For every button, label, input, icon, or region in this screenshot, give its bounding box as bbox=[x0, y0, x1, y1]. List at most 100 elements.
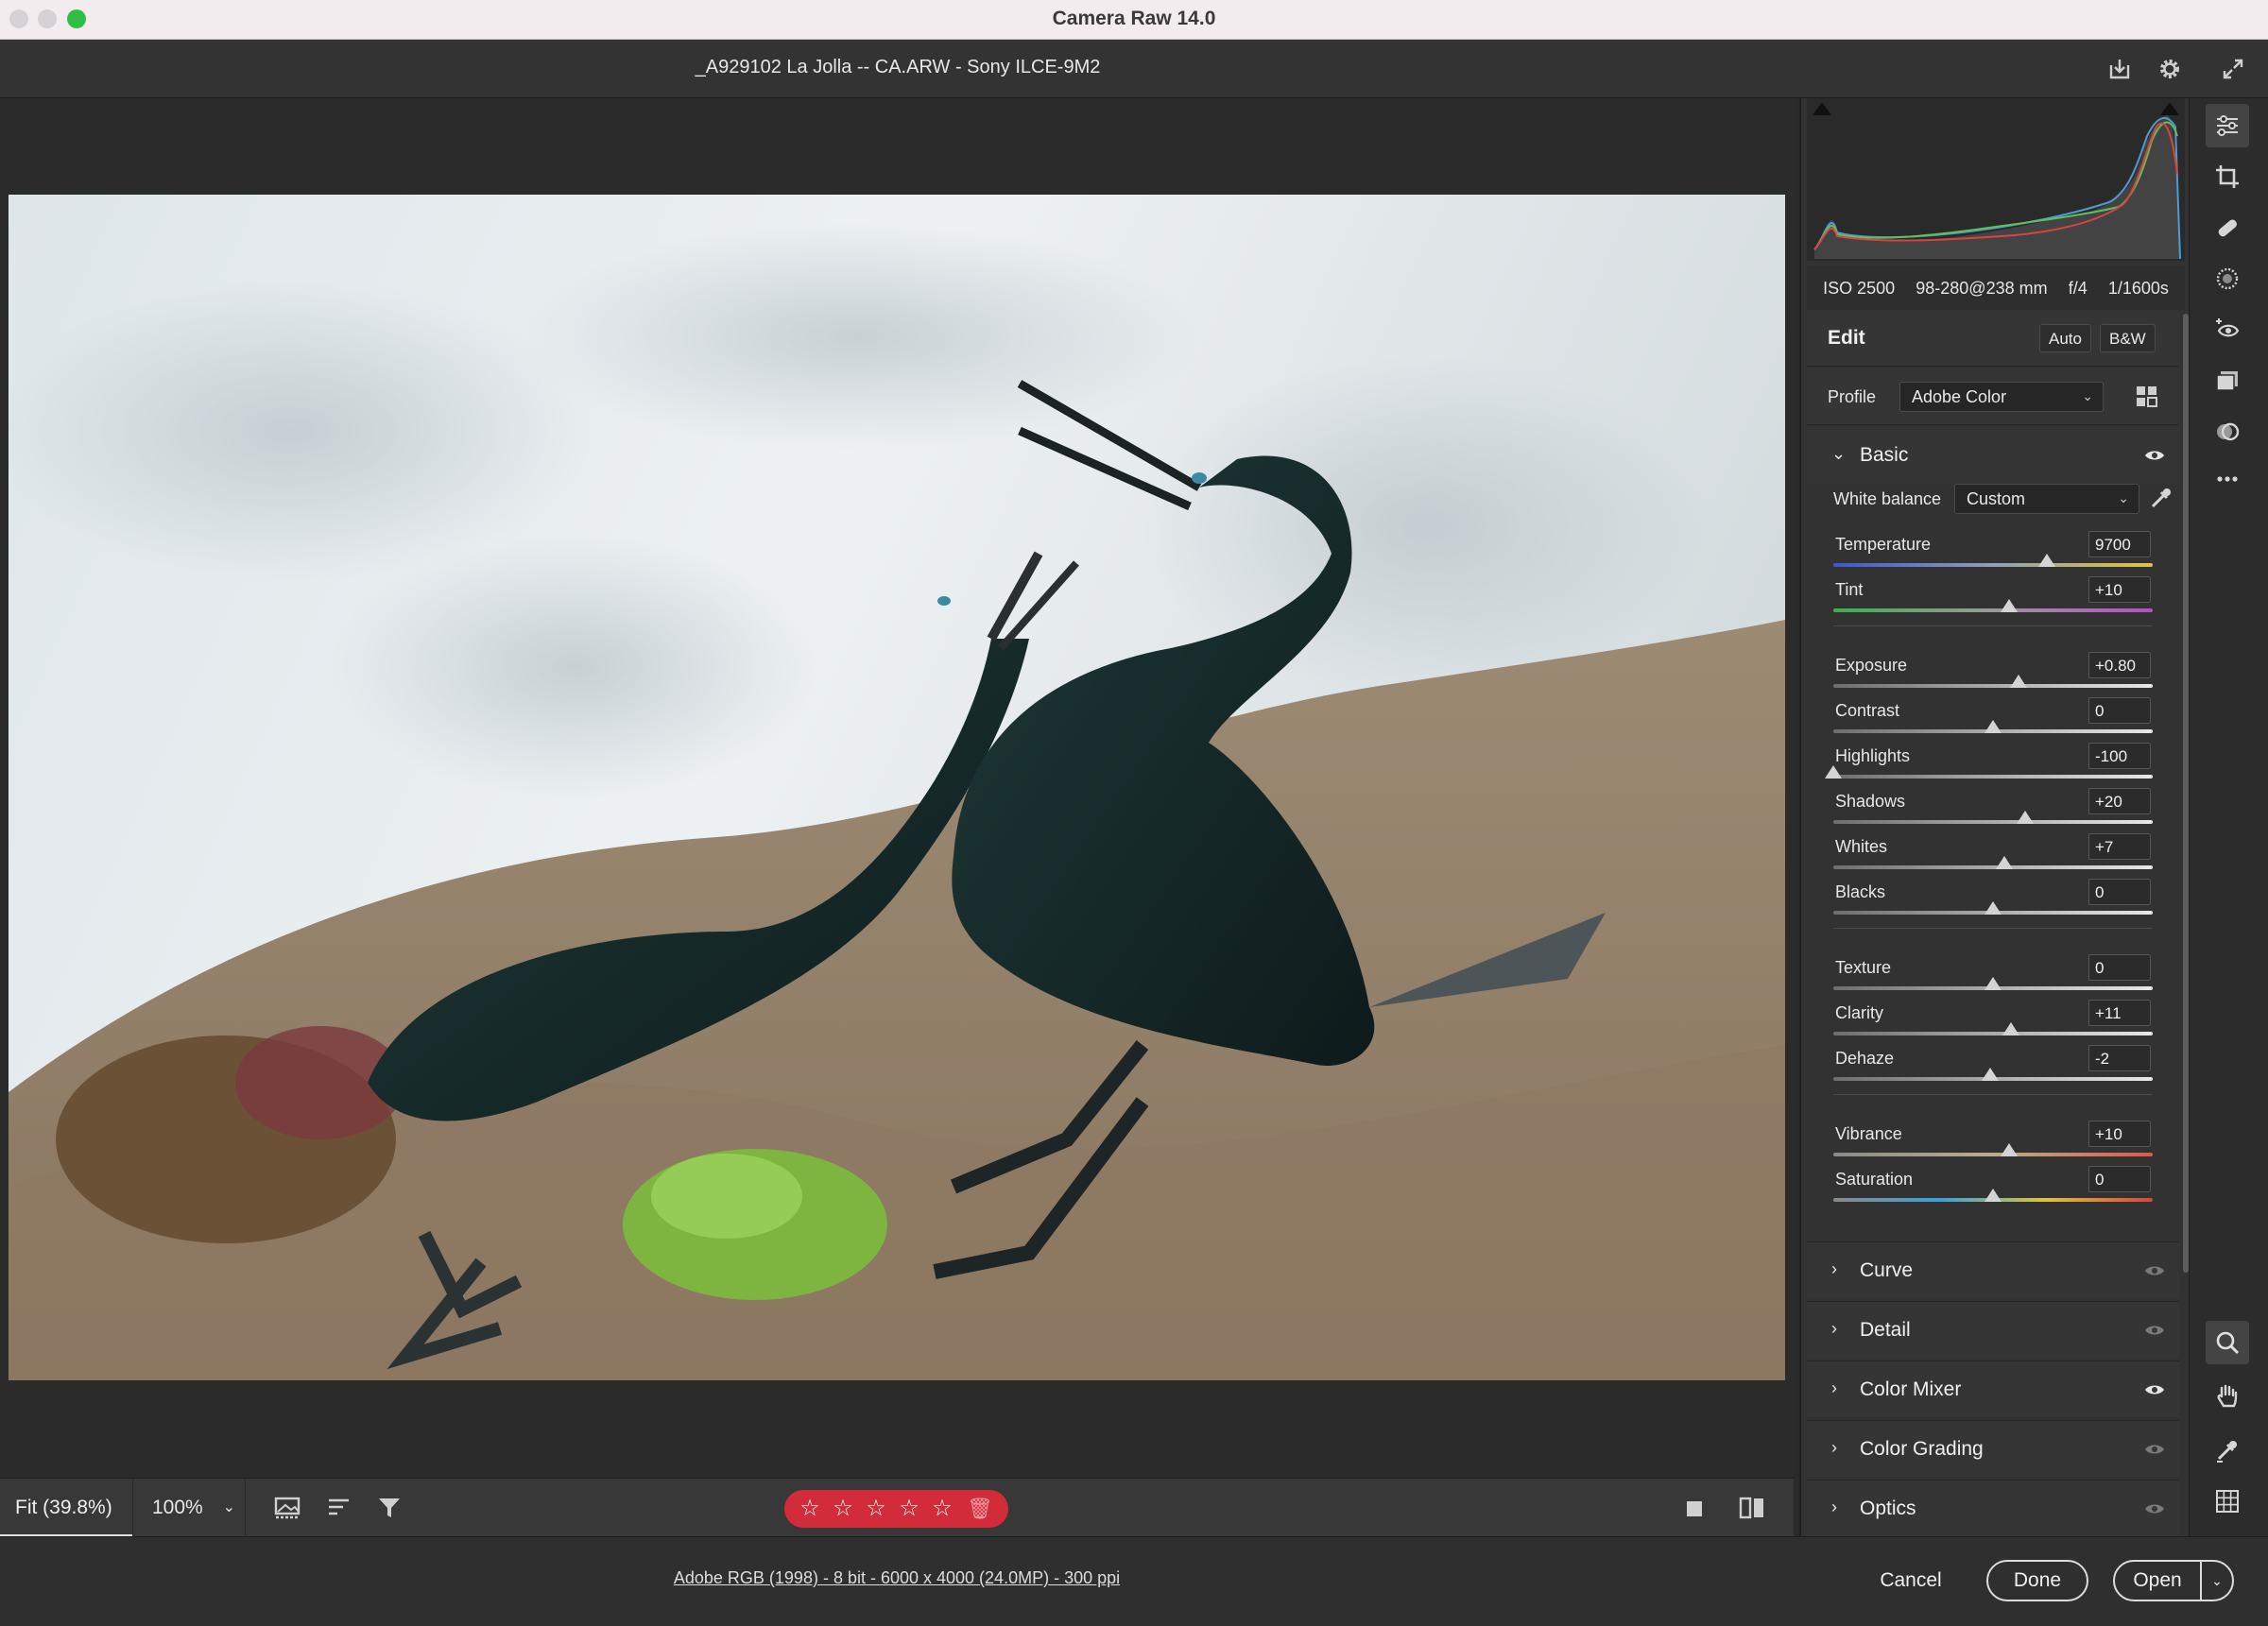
eye-icon[interactable] bbox=[2143, 1382, 2166, 1397]
slider-track[interactable] bbox=[1833, 775, 2153, 779]
panel-detail[interactable]: › Detail bbox=[1807, 1301, 2179, 1358]
sampler-icon[interactable] bbox=[2206, 1429, 2249, 1472]
slider-value-field[interactable]: +11 bbox=[2088, 1000, 2151, 1026]
presets-icon[interactable] bbox=[2206, 410, 2249, 454]
open-button[interactable]: Open ⌄ bbox=[2113, 1560, 2234, 1601]
sort-icon[interactable] bbox=[323, 1492, 357, 1524]
eye-icon[interactable] bbox=[2143, 1442, 2166, 1457]
slider-value-field[interactable]: -100 bbox=[2088, 743, 2151, 769]
slider-value-field[interactable]: 0 bbox=[2088, 954, 2151, 981]
panel-title: Detail bbox=[1860, 1319, 1911, 1341]
viewer-toolbar: Fit (39.8%) 100% ⌄ ☆ ☆ ☆ ☆ ☆ 🗑 bbox=[0, 1478, 1794, 1537]
filter-icon[interactable] bbox=[373, 1492, 407, 1524]
slider-thumb[interactable] bbox=[2002, 1022, 2019, 1036]
star-1[interactable]: ☆ bbox=[798, 1498, 822, 1520]
edit-sliders-icon[interactable] bbox=[2206, 104, 2249, 147]
exif-info: ISO 2500 98-280@238 mm f/4 1/1600s bbox=[1807, 266, 2185, 310]
slider-track[interactable] bbox=[1833, 608, 2153, 612]
hand-icon[interactable] bbox=[2206, 1374, 2249, 1417]
slider-thumb[interactable] bbox=[1984, 901, 2002, 915]
panel-color-grading[interactable]: › Color Grading bbox=[1807, 1420, 2179, 1477]
eye-icon[interactable] bbox=[2143, 1323, 2166, 1338]
fullscreen-icon[interactable] bbox=[2217, 53, 2249, 85]
slider-value-field[interactable]: 0 bbox=[2088, 697, 2151, 724]
before-after-icon[interactable] bbox=[1735, 1492, 1769, 1524]
slider-value-field[interactable]: +20 bbox=[2088, 788, 2151, 814]
slider-track[interactable] bbox=[1833, 1032, 2153, 1036]
eye-icon[interactable] bbox=[2143, 448, 2166, 463]
slider-track[interactable] bbox=[1833, 563, 2153, 567]
slider-track[interactable] bbox=[1833, 865, 2153, 869]
slider-thumb[interactable] bbox=[1984, 1189, 2002, 1202]
eyedropper-icon[interactable] bbox=[2147, 486, 2174, 512]
chevron-down-icon[interactable]: ⌄ bbox=[2200, 1562, 2232, 1600]
slider-thumb[interactable] bbox=[1981, 1068, 1999, 1081]
slider-value-field[interactable]: +7 bbox=[2088, 833, 2151, 860]
star-4[interactable]: ☆ bbox=[897, 1498, 921, 1520]
more-options-icon[interactable] bbox=[2206, 457, 2249, 501]
eye-icon[interactable] bbox=[2143, 1263, 2166, 1278]
slider-track[interactable] bbox=[1833, 820, 2153, 824]
grid-icon[interactable] bbox=[2206, 1480, 2249, 1523]
done-button[interactable]: Done bbox=[1986, 1560, 2088, 1601]
edit-header: Edit Auto B&W bbox=[1807, 310, 2179, 367]
divider bbox=[1833, 1094, 2153, 1095]
panel-optics[interactable]: › Optics bbox=[1807, 1480, 2179, 1536]
eye-icon[interactable] bbox=[2143, 1501, 2166, 1516]
slider-thumb[interactable] bbox=[2016, 811, 2034, 824]
star-5[interactable]: ☆ bbox=[930, 1498, 954, 1520]
zoom-fit-button[interactable]: Fit (39.8%) bbox=[0, 1479, 132, 1537]
slider-value-field[interactable]: +0.80 bbox=[2088, 652, 2151, 678]
slider-thumb[interactable] bbox=[1995, 856, 2013, 869]
slider-value-field[interactable]: 9700 bbox=[2088, 531, 2151, 557]
basic-section-header[interactable]: ⌄ Basic bbox=[1807, 427, 2179, 484]
masking-icon[interactable] bbox=[2206, 257, 2249, 300]
red-eye-icon[interactable] bbox=[2206, 308, 2249, 351]
star-2[interactable]: ☆ bbox=[831, 1498, 855, 1520]
slider-value-field[interactable]: -2 bbox=[2088, 1045, 2151, 1071]
gear-icon[interactable] bbox=[2154, 53, 2186, 85]
slider-label: Exposure bbox=[1835, 656, 1908, 675]
slider-value-field[interactable]: +10 bbox=[2088, 1121, 2151, 1147]
slider-thumb[interactable] bbox=[2000, 1143, 2018, 1156]
shadow-clipping-toggle[interactable] bbox=[1813, 102, 1831, 115]
cancel-button[interactable]: Cancel bbox=[1852, 1560, 1969, 1601]
panel-curve[interactable]: › Curve bbox=[1807, 1241, 2179, 1298]
slider-label: Shadows bbox=[1835, 792, 1906, 811]
highlight-clipping-toggle[interactable] bbox=[2160, 102, 2179, 115]
star-rating[interactable]: ☆ ☆ ☆ ☆ ☆ 🗑 bbox=[784, 1490, 1008, 1528]
slider-label: Texture bbox=[1835, 958, 1892, 977]
workflow-options-link[interactable]: Adobe RGB (1998) - 8 bit - 6000 x 4000 (… bbox=[0, 1568, 1794, 1588]
slider-thumb[interactable] bbox=[2010, 675, 2028, 688]
slider-thumb[interactable] bbox=[1984, 977, 2002, 990]
crop-icon[interactable] bbox=[2206, 155, 2249, 198]
slider-thumb[interactable] bbox=[2000, 599, 2018, 612]
healing-brush-icon[interactable] bbox=[2206, 206, 2249, 249]
trash-icon[interactable]: 🗑 bbox=[967, 1497, 993, 1521]
slider-value-field[interactable]: 0 bbox=[2088, 1166, 2151, 1192]
histogram[interactable] bbox=[1807, 98, 2185, 261]
panel-color-mixer[interactable]: › Color Mixer bbox=[1807, 1361, 2179, 1417]
profile-browser-icon[interactable] bbox=[2134, 384, 2160, 410]
slider-track[interactable] bbox=[1833, 1153, 2153, 1156]
zoom-icon[interactable] bbox=[2206, 1321, 2249, 1364]
slider-value-field[interactable]: 0 bbox=[2088, 879, 2151, 905]
auto-button[interactable]: Auto bbox=[2039, 324, 2091, 352]
slider-thumb[interactable] bbox=[1984, 720, 2002, 733]
profile-select[interactable]: Adobe Color ⌄ bbox=[1899, 382, 2104, 412]
zoom-100-dropdown[interactable]: 100% ⌄ bbox=[132, 1479, 246, 1537]
star-3[interactable]: ☆ bbox=[864, 1498, 888, 1520]
slider-value-field[interactable]: +10 bbox=[2088, 576, 2151, 603]
bw-button[interactable]: B&W bbox=[2100, 324, 2156, 352]
save-icon[interactable] bbox=[2104, 53, 2136, 85]
slider-thumb[interactable] bbox=[1825, 765, 1842, 779]
view-single-icon[interactable] bbox=[1678, 1492, 1712, 1524]
white-balance-select[interactable]: Custom ⌄ bbox=[1954, 484, 2139, 514]
slider-track[interactable] bbox=[1833, 684, 2153, 688]
snapshots-icon[interactable] bbox=[2206, 359, 2249, 402]
divider bbox=[1833, 625, 2153, 626]
filmstrip-icon[interactable] bbox=[272, 1492, 306, 1524]
slider-thumb[interactable] bbox=[2038, 554, 2056, 567]
image-viewer[interactable] bbox=[0, 98, 1794, 1478]
photo-preview[interactable] bbox=[9, 195, 1785, 1380]
